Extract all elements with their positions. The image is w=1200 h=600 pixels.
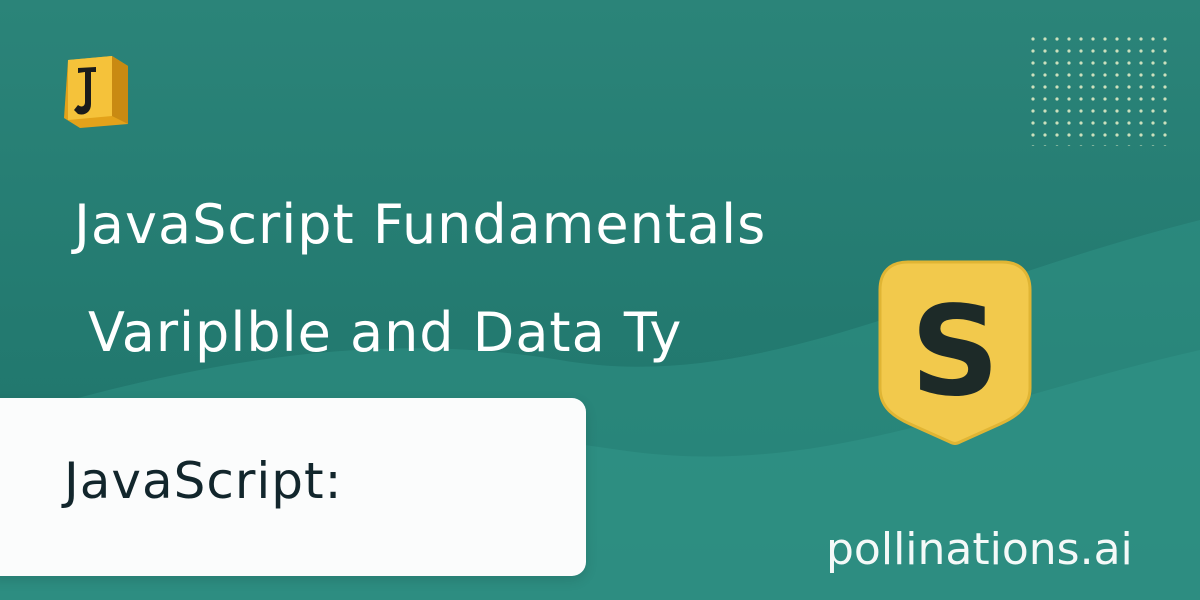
headline-line-2: Variplble and Data Ty [88, 301, 683, 364]
js-logo-icon [64, 56, 128, 128]
thumbnail-canvas: JavaScript Fundamentals Variplble and Da… [0, 0, 1200, 600]
s-badge-letter: S [910, 280, 1000, 424]
decorative-dot-grid [1030, 36, 1170, 146]
watermark-text: pollinations.ai [826, 524, 1133, 575]
caption-text: JavaScript: [64, 452, 343, 510]
headline-line-1: JavaScript Fundamentals [74, 193, 767, 256]
caption-card: JavaScript: [0, 398, 586, 576]
s-badge: S [874, 256, 1036, 448]
